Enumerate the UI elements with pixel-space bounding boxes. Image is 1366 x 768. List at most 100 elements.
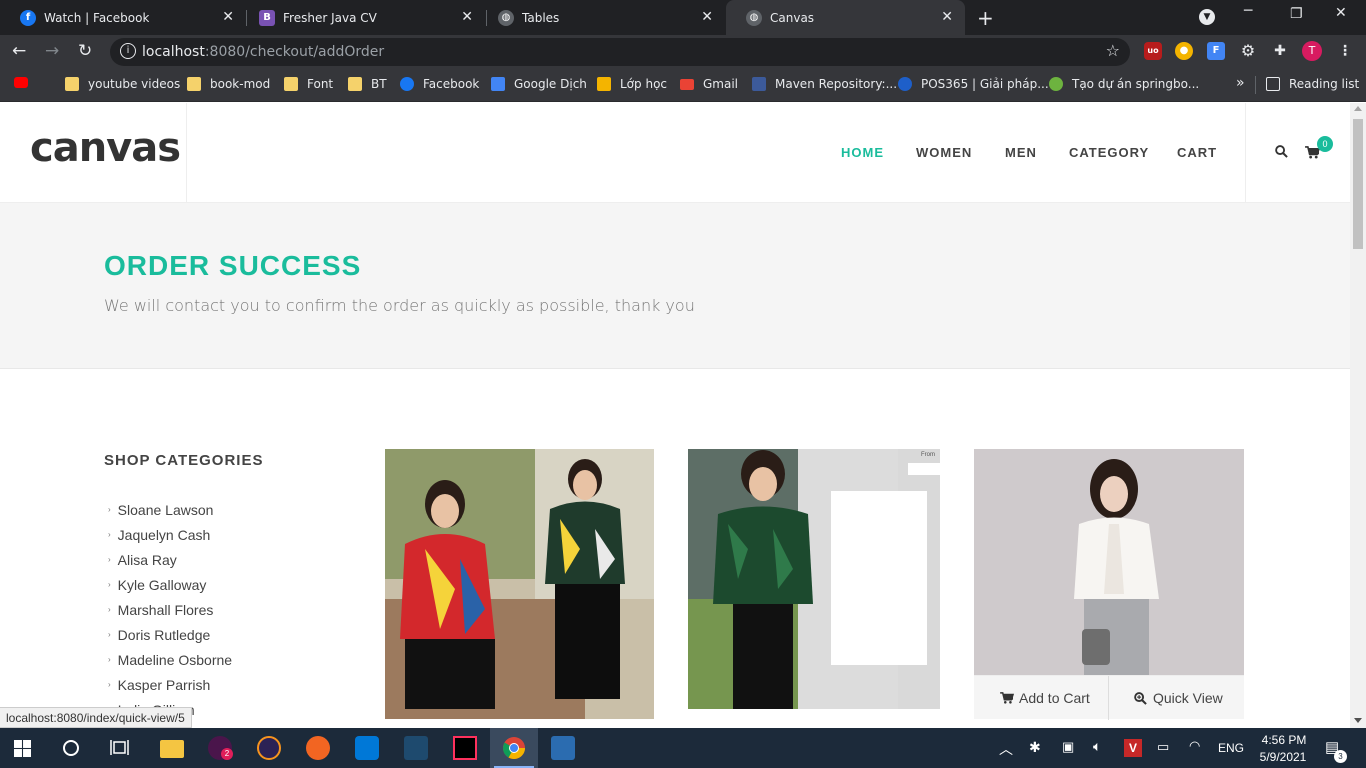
category-item[interactable]: › Kyle Galloway <box>108 572 232 597</box>
chrome-icon[interactable] <box>502 736 526 760</box>
bookmark-facebook[interactable]: Facebook <box>400 77 479 91</box>
tab-tables[interactable]: ◍ Tables ✕ <box>478 0 725 35</box>
search-icon[interactable] <box>1275 145 1288 158</box>
add-to-cart-button[interactable]: Add to Cart <box>1000 676 1090 720</box>
extension-icon[interactable]: ● <box>1175 42 1193 60</box>
category-item[interactable]: › Marshall Flores <box>108 597 232 622</box>
category-item[interactable]: › Doris Rutledge <box>108 622 232 647</box>
chevron-up-icon[interactable]: ︿ <box>999 739 1013 759</box>
scroll-up-icon[interactable] <box>1354 106 1362 111</box>
reload-icon[interactable]: ↻ <box>78 41 92 61</box>
site-logo[interactable]: canvas <box>30 125 181 171</box>
close-icon[interactable]: ✕ <box>701 9 713 25</box>
bookmark-gmail[interactable]: Gmail <box>680 77 738 91</box>
bookmark-label: BT <box>371 77 387 91</box>
menu-men[interactable]: MEN <box>1005 145 1037 160</box>
info-icon[interactable]: i <box>120 43 136 59</box>
profile-avatar[interactable]: T <box>1302 41 1322 61</box>
notification-count: 3 <box>1334 750 1347 763</box>
bookmark-lop-hoc[interactable]: Lớp học <box>597 77 667 91</box>
reading-list-button[interactable]: Reading list <box>1266 77 1359 91</box>
bookmark-label: Lớp học <box>620 77 668 91</box>
menu-home[interactable]: HOME <box>841 145 884 160</box>
address-bar[interactable]: i localhost:8080/checkout/addOrder ☆ <box>110 38 1130 66</box>
camera-tray-icon[interactable]: ▣ <box>1062 739 1074 755</box>
pos365-icon <box>898 77 912 91</box>
bookmark-spring[interactable]: Tạo dự án springbo... <box>1049 77 1199 91</box>
clock-time[interactable]: 4:56 PM <box>1259 733 1309 747</box>
mysql-workbench-icon[interactable] <box>404 736 428 760</box>
photos-icon[interactable] <box>551 736 575 760</box>
chevron-right-icon: › <box>108 655 111 664</box>
category-item[interactable]: › Jaquelyn Cash <box>108 522 232 547</box>
bookmark-pos365[interactable]: POS365 | Giải pháp... <box>898 77 1049 91</box>
more-bookmarks-icon[interactable]: » <box>1236 75 1245 91</box>
scrollbar-thumb[interactable] <box>1353 119 1363 249</box>
slack-tray-icon[interactable]: ✱ <box>1029 739 1041 756</box>
bookmark-youtube[interactable] <box>14 77 37 88</box>
scroll-down-icon[interactable] <box>1354 718 1362 723</box>
product-image-3[interactable] <box>974 449 1244 675</box>
tab-search-icon[interactable]: ▼ <box>1199 9 1215 25</box>
clock-date[interactable]: 5/9/2021 <box>1255 750 1311 764</box>
product-image-2[interactable]: From <box>688 449 940 709</box>
forward-arrow-icon[interactable]: → <box>45 41 59 61</box>
volume-icon[interactable]: 🔈︎ <box>1093 738 1101 755</box>
menu-category[interactable]: CATEGORY <box>1069 145 1149 160</box>
task-view-icon[interactable] <box>110 739 129 756</box>
folder-icon <box>65 77 79 91</box>
tab-fresher-java-cv[interactable]: B Fresher Java CV ✕ <box>239 0 485 35</box>
back-arrow-icon[interactable]: ← <box>12 41 26 61</box>
menu-dots-icon[interactable]: ⋮ <box>1336 42 1354 60</box>
vietkey-icon[interactable]: V <box>1124 739 1142 757</box>
language-indicator[interactable]: ENG <box>1218 741 1244 755</box>
vscode-icon[interactable] <box>355 736 379 760</box>
menu-women[interactable]: WOMEN <box>916 145 972 160</box>
restore-icon[interactable]: ❐ <box>1290 6 1303 22</box>
tab-canvas[interactable]: ◍ Canvas ✕ <box>726 0 965 35</box>
category-item[interactable]: › Madeline Osborne <box>108 647 232 672</box>
close-window-icon[interactable]: ✕ <box>1335 5 1347 21</box>
category-label: Jaquelyn Cash <box>117 526 211 543</box>
facebook-icon <box>400 77 414 91</box>
product-image-1[interactable] <box>385 449 654 719</box>
close-icon[interactable]: ✕ <box>222 9 234 25</box>
windows-taskbar: 2 ︿ ✱ ▣ 🔈︎ V ▭ ◠ ENG 4:56 PM 5/9/2021 ▤ … <box>0 728 1366 768</box>
bookmark-book-mod[interactable]: book-mod <box>187 77 270 91</box>
minimize-icon[interactable]: ─ <box>1244 3 1252 19</box>
site-header: canvas HOME WOMEN MEN CATEGORY CART 0 <box>0 103 1350 203</box>
bookmark-star-icon[interactable]: ☆ <box>1106 41 1120 60</box>
bookmark-youtube-videos[interactable]: youtube videos <box>65 77 180 91</box>
postman-icon[interactable] <box>306 736 330 760</box>
close-icon[interactable]: ✕ <box>941 9 953 25</box>
puzzle-icon[interactable]: ✚ <box>1271 42 1289 60</box>
new-tab-button[interactable]: + <box>977 6 994 30</box>
globe-icon: ◍ <box>746 9 762 26</box>
spring-icon <box>1049 77 1063 91</box>
menu-cart[interactable]: CART <box>1177 145 1217 160</box>
category-item[interactable]: › Alisa Ray <box>108 547 232 572</box>
bookmark-bt[interactable]: BT <box>348 77 387 91</box>
notification-badge: 2 <box>221 748 233 760</box>
wifi-icon[interactable]: ◠ <box>1189 738 1200 754</box>
bookmark-font[interactable]: Font <box>284 77 333 91</box>
windows-start-icon[interactable] <box>14 740 31 757</box>
page-scrollbar[interactable] <box>1350 103 1366 728</box>
search-icon[interactable] <box>62 739 80 757</box>
category-item[interactable]: › Sloane Lawson <box>108 497 232 522</box>
bookmark-google-dich[interactable]: Google Dịch <box>491 77 587 91</box>
intellij-icon[interactable] <box>453 736 477 760</box>
ublock-icon[interactable]: uo <box>1144 42 1162 60</box>
cart-icon <box>1000 692 1014 704</box>
eclipse-icon[interactable] <box>257 736 281 760</box>
category-item[interactable]: › Kasper Parrish <box>108 672 232 697</box>
bookmark-maven[interactable]: Maven Repository:... <box>752 77 897 91</box>
gear-icon[interactable]: ⚙ <box>1239 42 1257 60</box>
file-explorer-icon[interactable] <box>160 740 184 758</box>
quick-view-button[interactable]: Quick View <box>1134 676 1223 720</box>
battery-icon[interactable]: ▭ <box>1157 739 1169 755</box>
web-page: canvas HOME WOMEN MEN CATEGORY CART 0 OR… <box>0 103 1350 728</box>
extension-f-icon[interactable]: F <box>1207 42 1225 60</box>
close-icon[interactable]: ✕ <box>461 9 473 25</box>
tab-facebook[interactable]: f Watch | Facebook ✕ <box>0 0 246 35</box>
